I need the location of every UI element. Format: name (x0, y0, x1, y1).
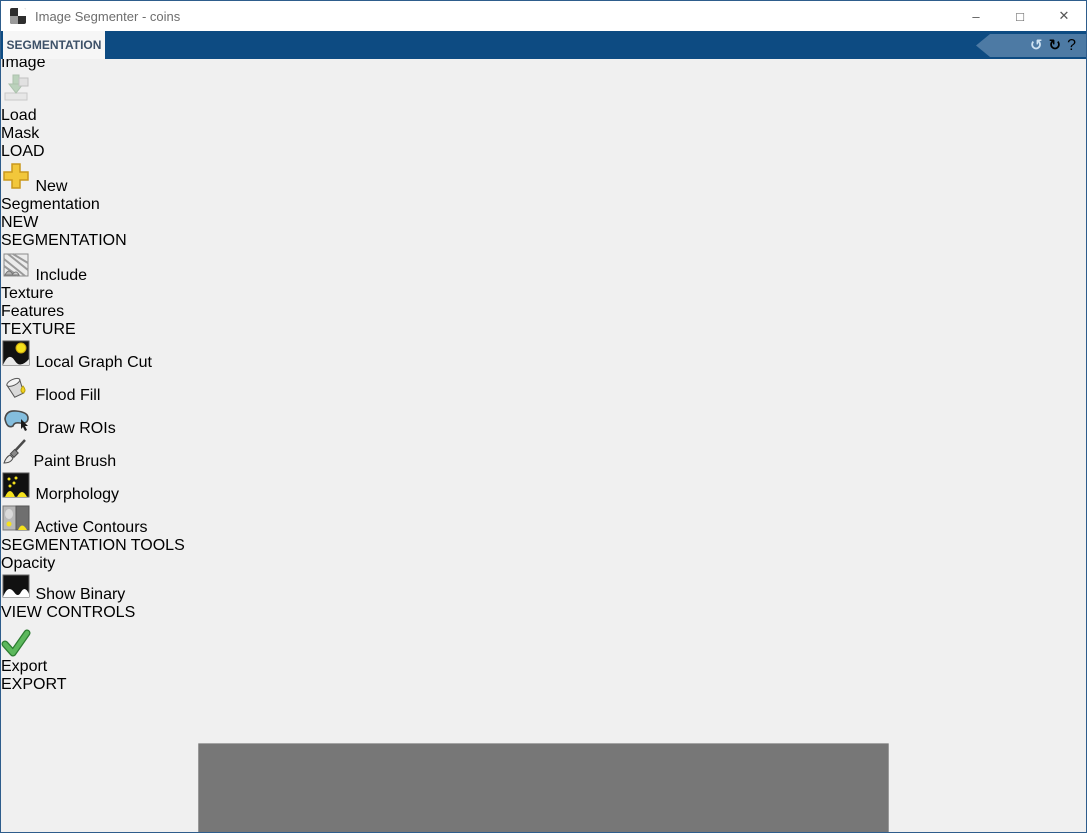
tool-label: Contours (83, 519, 148, 536)
window-controls: – □ ✕ (954, 1, 1086, 31)
show-binary-icon (1, 586, 35, 603)
tool-label: Morphology (35, 486, 119, 503)
show-binary-button[interactable]: Show Binary (1, 573, 1086, 604)
export-label: Export (1, 658, 47, 675)
new-segmentation-label-2: Segmentation (1, 196, 100, 213)
tool-label: Graph Cut (78, 354, 152, 371)
section-label-view-controls: VIEW CONTROLS (1, 604, 171, 622)
load-mask-label-2: Mask (1, 125, 39, 142)
draw-rois-icon (1, 420, 37, 437)
ribbon-toolbar: Load Image Load Mask LOAD New Segmentati… (1, 1, 1086, 833)
flood-fill-tool[interactable]: Flood Fill (1, 372, 1086, 405)
load-mask-label-1: Load (1, 107, 37, 124)
undo-icon[interactable]: ↺ (1030, 38, 1043, 53)
texture-icon (1, 267, 35, 284)
app-icon (10, 8, 26, 24)
active-contours-tool[interactable]: Active Contours (1, 504, 1086, 537)
tool-label: ROIs (79, 420, 115, 437)
window-title: Image Segmenter - coins (35, 9, 180, 24)
image-segmenter-window: Image Segmenter - coins – □ ✕ SEGMENTATI… (0, 0, 1087, 833)
quick-access-toolbar: ↺ ↻ ? (976, 34, 1086, 57)
ribbon-tab-bar: SEGMENTATION ↺ ↻ ? (1, 31, 1086, 59)
minimize-button[interactable]: – (954, 1, 998, 31)
morphology-tool[interactable]: Morphology (1, 471, 1086, 504)
morphology-icon (1, 486, 35, 503)
local-graph-cut-icon (1, 354, 35, 371)
draw-rois-tool[interactable]: Draw ROIs (1, 405, 1086, 438)
maximize-button[interactable]: □ (998, 1, 1042, 31)
local-graph-cut-tool[interactable]: Local Graph Cut (1, 339, 1086, 372)
texture-label-2: Features (1, 303, 64, 320)
paint-brush-icon (1, 453, 33, 470)
tool-label: Fill (80, 387, 100, 404)
export-check-icon (1, 622, 1086, 658)
collapse-ribbon-icon[interactable] (1, 694, 1086, 833)
help-icon[interactable]: ? (1067, 37, 1076, 55)
section-label-new-segmentation: NEW SEGMENTATION (1, 214, 106, 250)
tool-label: Active (35, 519, 79, 536)
paint-brush-tool[interactable]: Paint Brush (1, 438, 1086, 471)
redo-icon[interactable]: ↻ (1049, 38, 1062, 53)
tool-label: Draw (37, 420, 74, 437)
opacity-label: Opacity (1, 555, 1086, 573)
tab-segmentation[interactable]: SEGMENTATION (3, 31, 105, 59)
new-segmentation-label-1: New (35, 178, 67, 195)
section-label-load: LOAD (1, 143, 108, 161)
section-label-export: EXPORT (1, 676, 51, 694)
section-label-segmentation-tools: SEGMENTATION TOOLS (1, 537, 493, 555)
show-binary-label-1: Show (35, 586, 75, 603)
tool-label: Brush (74, 453, 116, 470)
flood-fill-icon (1, 387, 35, 404)
load-mask-icon (1, 89, 31, 106)
section-label-texture: TEXTURE (1, 321, 96, 339)
tool-label: Flood (35, 387, 75, 404)
active-contours-icon (1, 519, 35, 536)
segmentation-tools-gallery: Local Graph Cut Flood Fill Draw ROIs (1, 339, 1086, 537)
include-texture-features-button[interactable]: Include Texture Features (1, 250, 95, 321)
export-button[interactable]: Export (1, 622, 1086, 676)
new-segmentation-icon (1, 178, 35, 195)
tool-label: Local (35, 354, 73, 371)
tool-label: Paint (33, 453, 69, 470)
new-segmentation-button[interactable]: New Segmentation (1, 161, 105, 214)
close-button[interactable]: ✕ (1042, 1, 1086, 31)
load-mask-button: Load Mask (1, 72, 47, 143)
show-binary-label-2: Binary (80, 586, 125, 603)
title-bar: Image Segmenter - coins – □ ✕ (1, 1, 1086, 31)
